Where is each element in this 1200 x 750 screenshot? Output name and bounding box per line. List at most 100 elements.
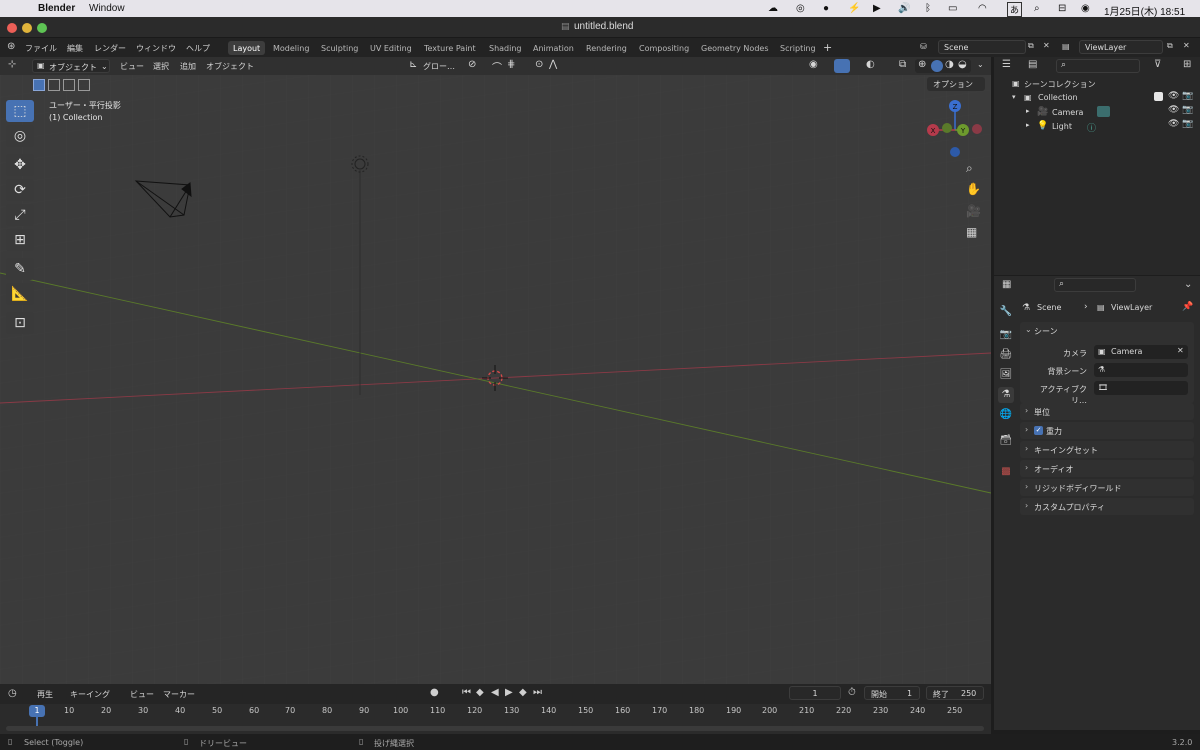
app-menu[interactable]: Blender bbox=[38, 3, 75, 14]
jump-end-icon[interactable]: ⏭ bbox=[533, 687, 542, 698]
visibility-eye-icon[interactable]: 👁 bbox=[1168, 91, 1179, 101]
search-icon[interactable]: ⌕ bbox=[1034, 3, 1040, 14]
render-camera-icon[interactable]: 📷 bbox=[1182, 119, 1193, 129]
render-camera-icon[interactable]: 📷 bbox=[1182, 105, 1193, 115]
material-shading-icon[interactable]: ◑ bbox=[945, 59, 954, 70]
scale-tool-icon[interactable]: ⤢ bbox=[6, 204, 34, 226]
select-extend-icon[interactable] bbox=[48, 79, 60, 91]
output-tab-icon[interactable]: 🖨 bbox=[998, 347, 1014, 363]
editor-type-icon[interactable]: ⊹ bbox=[8, 59, 16, 70]
sync-icon[interactable]: ● bbox=[823, 3, 829, 14]
collection-tab-icon[interactable]: 🗃 bbox=[998, 433, 1014, 449]
zoom-window-icon[interactable] bbox=[37, 23, 47, 33]
pin-icon[interactable]: 📌 bbox=[1182, 302, 1193, 312]
collection-label[interactable]: Collection bbox=[1038, 93, 1078, 102]
menu-object[interactable]: オブジェクト bbox=[206, 61, 254, 72]
menu-help[interactable]: ヘルプ bbox=[186, 43, 210, 54]
scene-collection-label[interactable]: シーンコレクション bbox=[1024, 79, 1096, 90]
pivot-icon[interactable]: ⊘ bbox=[468, 59, 476, 70]
camera-view-icon[interactable]: 🎥 bbox=[966, 204, 981, 218]
falloff-icon[interactable]: ⋀ bbox=[549, 59, 557, 70]
menu-add[interactable]: 追加 bbox=[180, 61, 196, 72]
creative-cloud-icon[interactable]: ◎ bbox=[796, 3, 805, 14]
panel-gravity[interactable]: › ✓ 重力 bbox=[1020, 422, 1194, 439]
menu-marker[interactable]: マーカー bbox=[163, 689, 195, 700]
menu-file[interactable]: ファイル bbox=[25, 43, 57, 54]
render-tab-icon[interactable]: 📷 bbox=[998, 327, 1014, 343]
snap-target-icon[interactable]: ⋕ bbox=[507, 59, 515, 70]
record-icon[interactable]: ● bbox=[430, 687, 439, 698]
tab-uv-editing[interactable]: UV Editing bbox=[365, 41, 417, 55]
new-scene-icon[interactable]: ⧉ bbox=[1028, 41, 1034, 51]
current-frame-field[interactable]: 1 bbox=[789, 686, 841, 700]
rotate-tool-icon[interactable]: ⟳ bbox=[6, 179, 34, 201]
timeline-scrollbar[interactable] bbox=[6, 726, 984, 731]
tool-tab-icon[interactable]: 🔧 bbox=[998, 304, 1014, 320]
render-camera-icon[interactable]: 📷 bbox=[1182, 91, 1193, 101]
measure-tool-icon[interactable]: 📐 bbox=[6, 283, 34, 305]
viewlayer-selector-icon[interactable]: ▤ bbox=[1062, 42, 1070, 51]
texture-tab-icon[interactable]: ▩ bbox=[998, 464, 1014, 480]
playhead[interactable]: 1 bbox=[29, 705, 45, 717]
ime-indicator[interactable]: あ bbox=[1007, 2, 1023, 17]
menu-window[interactable]: ウィンドウ bbox=[136, 43, 176, 54]
expand-collection-icon[interactable]: ▾ bbox=[1012, 93, 1016, 101]
panel-keying-sets[interactable]: › キーイングセット bbox=[1020, 441, 1194, 458]
active-clip-field[interactable]: 🎞 bbox=[1094, 381, 1188, 395]
window-menu[interactable]: Window bbox=[89, 3, 125, 14]
annotate-tool-icon[interactable]: ✎ bbox=[6, 258, 34, 280]
jump-start-icon[interactable]: ⏮ bbox=[462, 687, 471, 698]
outliner-item-light[interactable]: Light bbox=[1052, 122, 1072, 131]
rendered-shading-icon[interactable]: ◒ bbox=[958, 59, 967, 70]
options-dropdown[interactable]: オプション bbox=[927, 77, 985, 91]
menu-edit[interactable]: 編集 bbox=[67, 43, 83, 54]
play-icon[interactable]: ▶ bbox=[505, 687, 513, 698]
light-data-icon[interactable]: ⓘ bbox=[1087, 121, 1096, 134]
tab-shading[interactable]: Shading bbox=[484, 41, 527, 55]
collection-checkbox[interactable] bbox=[1154, 92, 1163, 101]
add-cube-tool-icon[interactable]: ⊡ bbox=[6, 312, 34, 334]
properties-search-input[interactable]: ⌕ bbox=[1054, 278, 1136, 292]
panel-audio[interactable]: › オーディオ bbox=[1020, 460, 1194, 477]
outliner-editor-icon[interactable]: ☰ bbox=[1002, 59, 1011, 70]
visibility-eye-icon[interactable]: 👁 bbox=[1168, 105, 1179, 115]
properties-options-icon[interactable]: ⌄ bbox=[1184, 279, 1192, 290]
remove-viewlayer-icon[interactable]: ✕ bbox=[1183, 41, 1190, 50]
bolt-icon[interactable]: ⚡ bbox=[848, 3, 860, 14]
tab-modeling[interactable]: Modeling bbox=[268, 41, 314, 55]
tab-animation[interactable]: Animation bbox=[528, 41, 579, 55]
new-collection-icon[interactable]: ⊞ bbox=[1183, 59, 1191, 70]
cursor-tool-icon[interactable]: ◎ bbox=[6, 125, 34, 147]
scene-tab-icon[interactable]: ⚗ bbox=[998, 387, 1014, 403]
visibility-eye-icon[interactable]: 👁 bbox=[1168, 119, 1179, 129]
properties-editor-icon[interactable]: ▦ bbox=[1002, 279, 1011, 290]
tab-rendering[interactable]: Rendering bbox=[581, 41, 632, 55]
close-window-icon[interactable] bbox=[7, 23, 17, 33]
pan-hand-icon[interactable]: ✋ bbox=[966, 182, 981, 196]
move-tool-icon[interactable]: ✥ bbox=[6, 154, 34, 176]
outliner-item-camera[interactable]: Camera bbox=[1052, 108, 1083, 117]
play-icon[interactable]: ▶ bbox=[873, 3, 881, 14]
blender-logo-icon[interactable]: ⊛ bbox=[7, 41, 15, 52]
snap-icon[interactable]: ⌒ bbox=[492, 59, 502, 74]
menu-render[interactable]: レンダー bbox=[94, 43, 126, 54]
cloud-icon[interactable]: ☁ bbox=[768, 3, 778, 14]
preview-range-icon[interactable]: ⏱ bbox=[848, 687, 856, 698]
panel-custom-properties[interactable]: › カスタムプロパティ bbox=[1020, 498, 1194, 515]
xray-icon[interactable]: ⧉ bbox=[899, 59, 906, 70]
menu-timeline-view[interactable]: ビュー bbox=[130, 689, 154, 700]
select-tool-icon[interactable]: ⬚ bbox=[6, 100, 34, 122]
world-tab-icon[interactable]: 🌐 bbox=[998, 407, 1014, 423]
wireframe-shading-icon[interactable]: ⊕ bbox=[918, 59, 926, 70]
menu-view[interactable]: ビュー bbox=[120, 61, 144, 72]
visibility-icon[interactable]: ◉ bbox=[809, 59, 818, 70]
tab-texture-paint[interactable]: Texture Paint bbox=[419, 41, 481, 55]
select-invert-icon[interactable] bbox=[78, 79, 90, 91]
add-workspace-icon[interactable]: + bbox=[823, 41, 832, 54]
transform-orientation-icon[interactable]: ⊾ bbox=[409, 59, 417, 70]
transform-tool-icon[interactable]: ⊞ bbox=[6, 229, 34, 251]
viewlayer-field[interactable]: ViewLayer bbox=[1079, 40, 1163, 54]
expand-light-icon[interactable]: ▸ bbox=[1026, 121, 1030, 129]
select-subtract-icon[interactable] bbox=[63, 79, 75, 91]
control-center-icon[interactable]: ⊟ bbox=[1058, 3, 1066, 14]
